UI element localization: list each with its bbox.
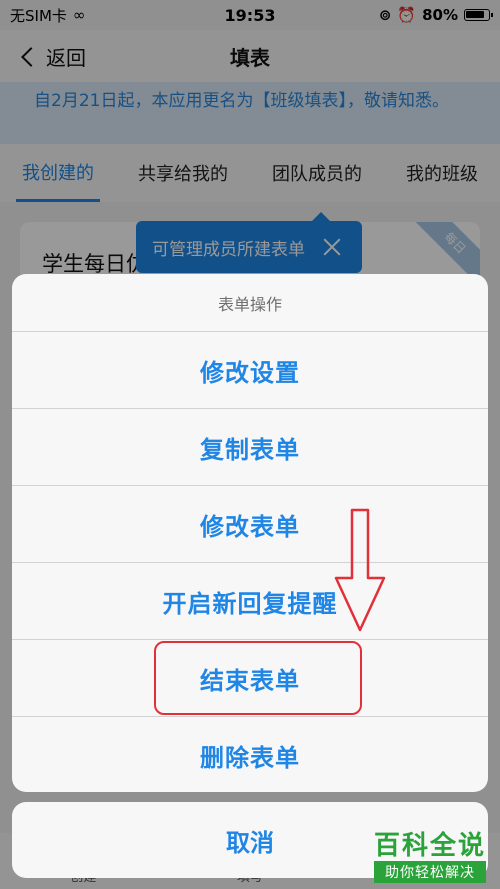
- watermark-main: 百科全说: [373, 831, 486, 861]
- modify-settings-button[interactable]: 修改设置: [12, 332, 488, 409]
- enable-reply-reminder-button[interactable]: 开启新回复提醒: [12, 563, 488, 640]
- annotation-down-arrow-icon: [334, 508, 386, 632]
- copy-form-button[interactable]: 复制表单: [12, 409, 488, 486]
- edit-form-button[interactable]: 修改表单: [12, 486, 488, 563]
- delete-form-button[interactable]: 删除表单: [12, 717, 488, 792]
- action-sheet-title: 表单操作: [12, 274, 488, 332]
- annotation-highlight-box: [154, 641, 362, 715]
- watermark-sub: 助你轻松解决: [373, 861, 486, 883]
- watermark: 百科全说 助你轻松解决: [373, 831, 486, 883]
